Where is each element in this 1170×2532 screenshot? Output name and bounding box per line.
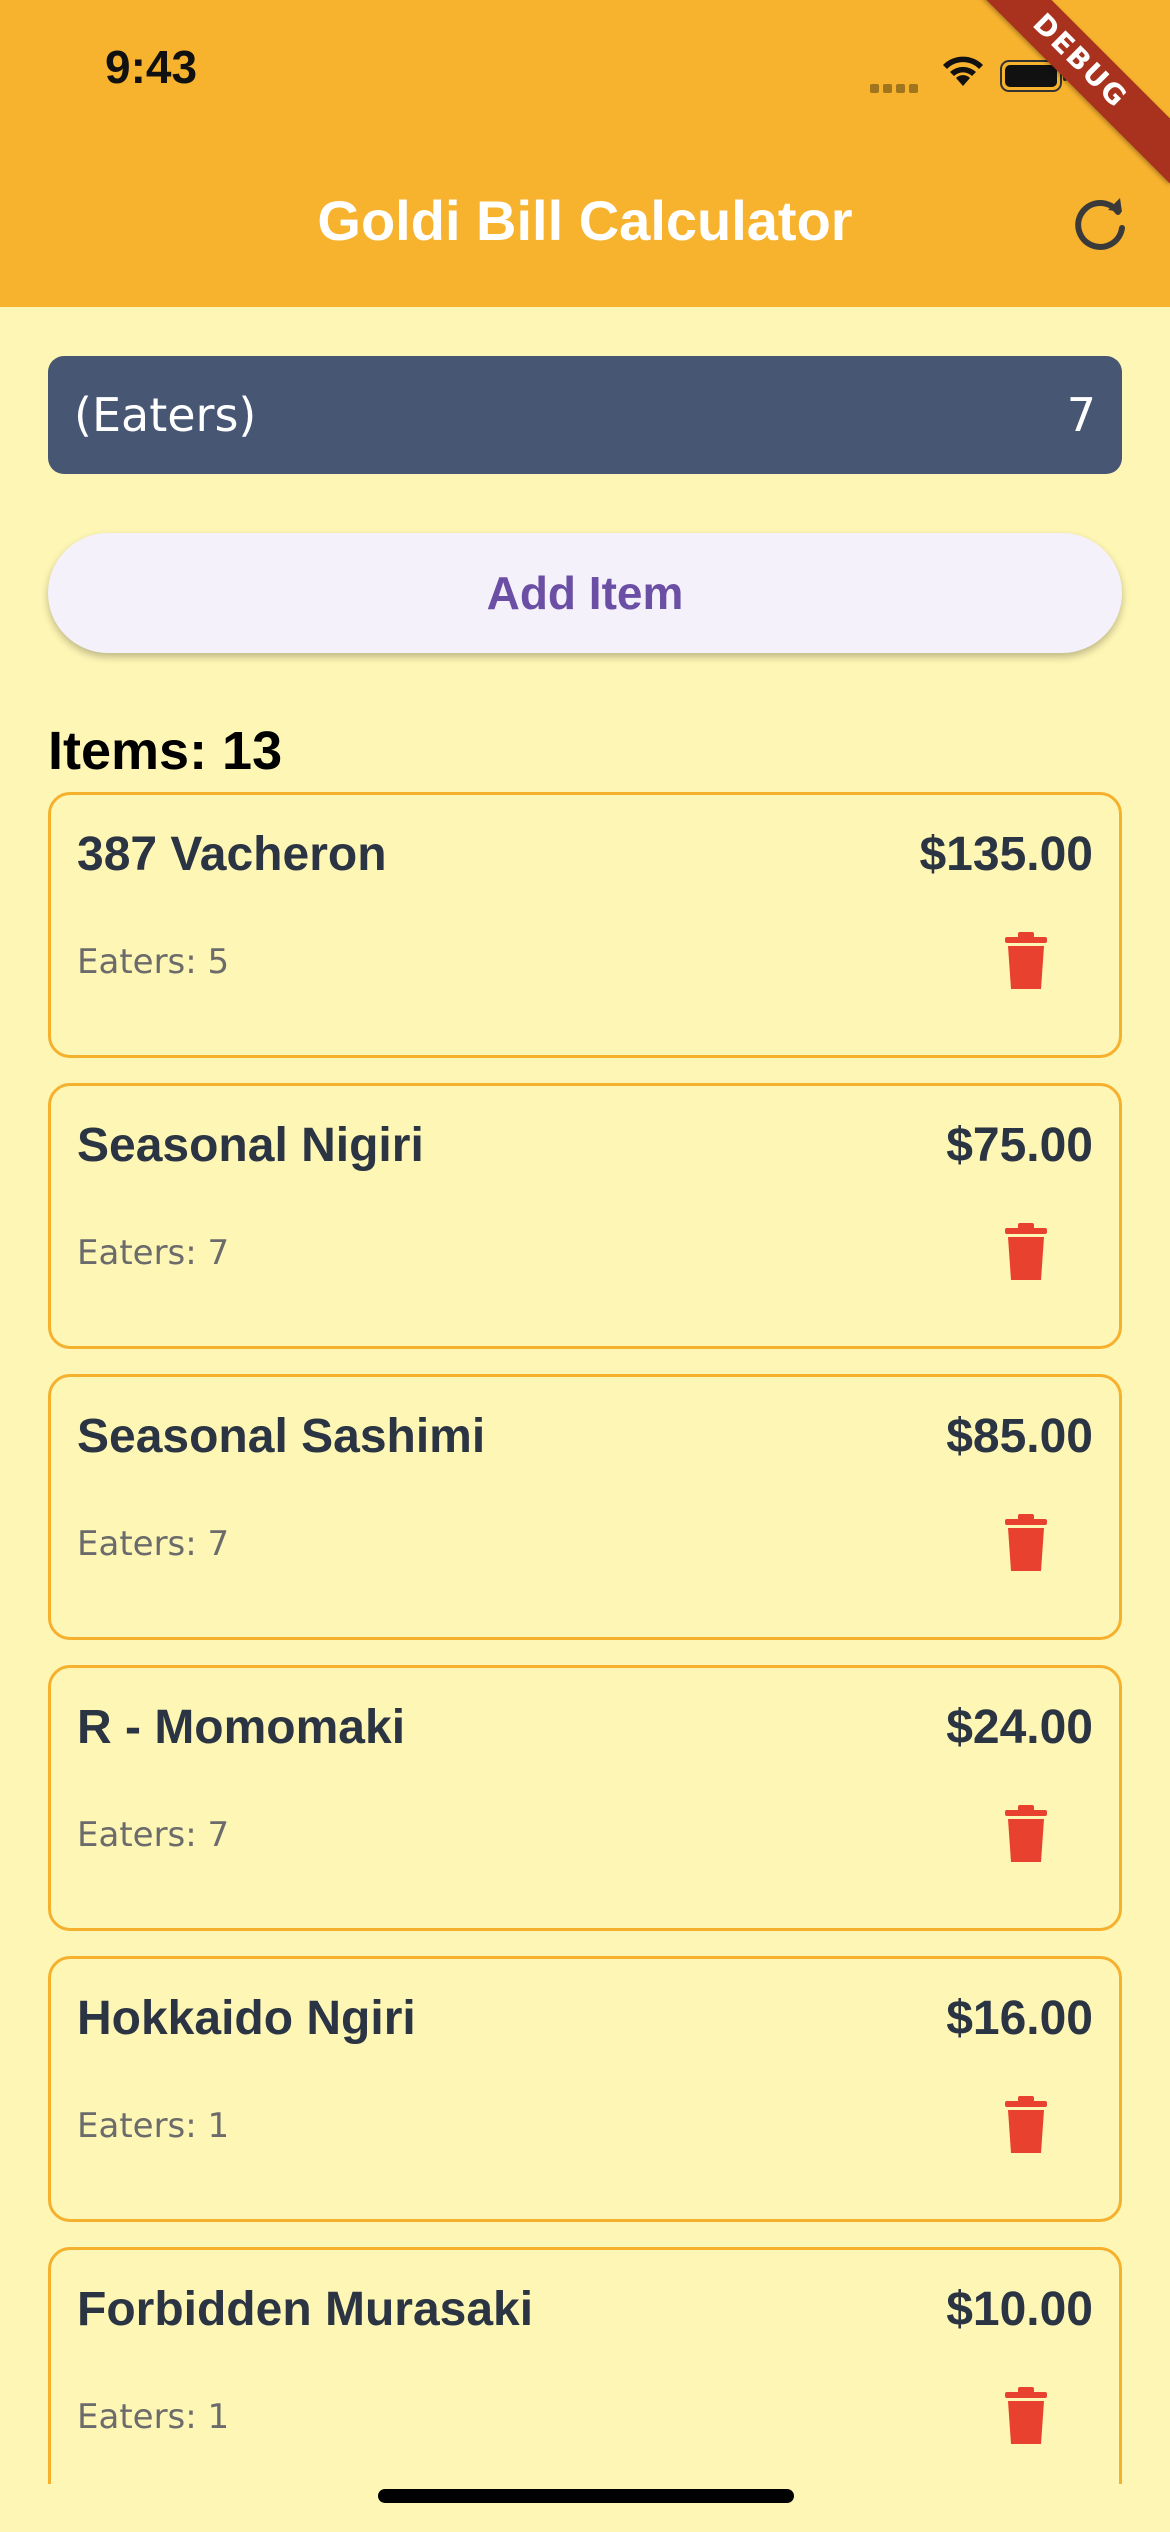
eaters-value: 7 <box>1066 388 1096 442</box>
cellular-signal-icon <box>870 78 922 97</box>
item-name: Seasonal Sashimi <box>77 1410 486 1463</box>
item-name: 387 Vacheron <box>77 828 387 881</box>
eaters-field[interactable]: (Eaters) 7 <box>48 356 1122 474</box>
item-card[interactable]: Hokkaido Ngiri $16.00 Eaters: 1 <box>48 1956 1122 2222</box>
item-eaters: Eaters: 7 <box>77 1233 230 1273</box>
trash-icon[interactable] <box>1001 1222 1051 1282</box>
items-list[interactable]: 387 Vacheron $135.00 Eaters: 5 Seasonal … <box>48 792 1122 2484</box>
item-price: $24.00 <box>946 1701 1093 1754</box>
add-item-button[interactable]: Add Item <box>48 533 1122 653</box>
item-price: $10.00 <box>946 2283 1093 2336</box>
item-card[interactable]: Seasonal Nigiri $75.00 Eaters: 7 <box>48 1083 1122 1349</box>
item-name: Forbidden Murasaki <box>77 2283 534 2336</box>
trash-icon[interactable] <box>1001 2386 1051 2446</box>
item-name: Seasonal Nigiri <box>77 1119 424 1172</box>
trash-icon[interactable] <box>1001 931 1051 991</box>
item-eaters: Eaters: 1 <box>77 2106 230 2146</box>
item-eaters: Eaters: 7 <box>77 1524 230 1564</box>
trash-icon[interactable] <box>1001 1804 1051 1864</box>
item-price: $135.00 <box>919 828 1093 881</box>
trash-icon[interactable] <box>1001 1513 1051 1573</box>
item-eaters: Eaters: 1 <box>77 2397 230 2437</box>
status-time: 9:43 <box>105 41 198 93</box>
item-eaters: Eaters: 5 <box>77 942 230 982</box>
item-name: R - Momomaki <box>77 1701 406 1754</box>
item-card[interactable]: Forbidden Murasaki $10.00 Eaters: 1 <box>48 2247 1122 2484</box>
app-title: Goldi Bill Calculator <box>317 189 853 252</box>
refresh-icon[interactable] <box>1068 190 1132 254</box>
item-price: $75.00 <box>946 1119 1093 1172</box>
item-name: Hokkaido Ngiri <box>77 1992 416 2045</box>
wifi-icon <box>943 56 983 86</box>
eaters-label: (Eaters) <box>74 388 257 442</box>
item-eaters: Eaters: 7 <box>77 1815 230 1855</box>
item-card[interactable]: Seasonal Sashimi $85.00 Eaters: 7 <box>48 1374 1122 1640</box>
item-card[interactable]: 387 Vacheron $135.00 Eaters: 5 <box>48 792 1122 1058</box>
app-bar: 9:43 Goldi Bill Calculator DEBUG <box>0 0 1170 307</box>
item-price: $85.00 <box>946 1410 1093 1463</box>
trash-icon[interactable] <box>1001 2095 1051 2155</box>
items-count-heading: Items: 13 <box>48 721 283 781</box>
item-price: $16.00 <box>946 1992 1093 2045</box>
item-card[interactable]: R - Momomaki $24.00 Eaters: 7 <box>48 1665 1122 1931</box>
home-indicator <box>378 2489 794 2503</box>
